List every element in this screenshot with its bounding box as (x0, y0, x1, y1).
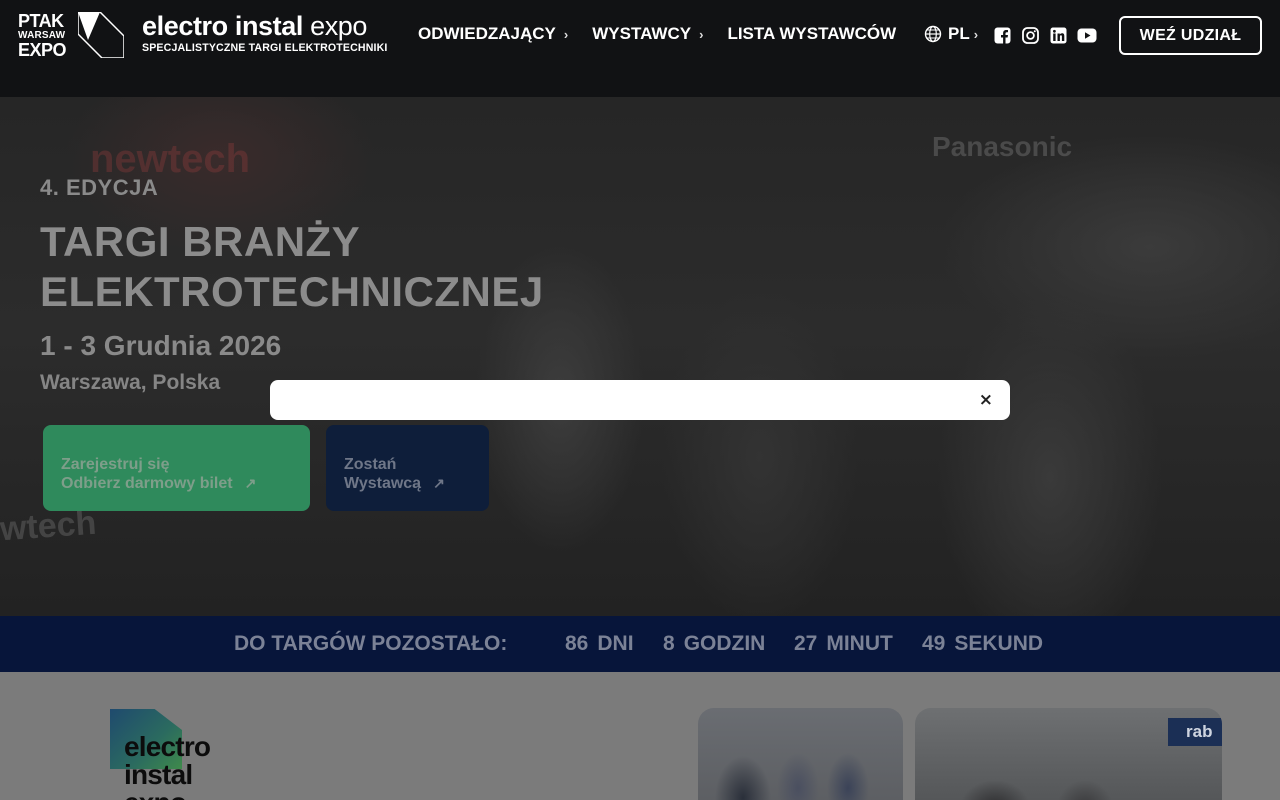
countdown-value: 49 (922, 632, 946, 655)
countdown-unit: GODZIN (683, 632, 766, 655)
popup-modal: × (270, 380, 1010, 420)
countdown-bar: DO TARGÓW POZOSTAŁO: 86 DNI 8 GODZIN 27 MIN… (0, 616, 1280, 672)
large-logo-text: electro instal expo (124, 731, 211, 800)
facebook-icon[interactable] (993, 26, 1011, 44)
chevron-right-icon: › (699, 26, 704, 42)
logo-line: expo (124, 789, 210, 800)
nav-item-label: WYSTAWCY (592, 24, 692, 43)
hero-section: newtech Panasonic wtech 4. EDYCJA TARGI … (0, 97, 1280, 616)
countdown-minutes: 27 MINUT (794, 632, 893, 656)
headline-line-2: ELEKTROTECHNICZNEJ (40, 268, 544, 315)
close-icon[interactable]: × (979, 392, 993, 409)
nav-item-odwiedzajacy[interactable]: ODWIEDZAJĄCY › (418, 24, 568, 44)
linkedin-icon[interactable] (1049, 26, 1067, 44)
arrow-up-right-icon: ↗ (244, 475, 257, 491)
background-booth-text: Panasonic (932, 131, 1073, 162)
language-label: PL (948, 24, 970, 43)
ptak-logo-line-1: PTAK (18, 11, 64, 31)
instagram-icon[interactable] (1021, 26, 1039, 44)
countdown-seconds: 49 SEKUND (922, 632, 1043, 656)
nav-item-wystawcy[interactable]: WYSTAWCY › (592, 24, 703, 44)
ptak-warsaw-expo-logo[interactable]: PTAK WARSAW EXPO (18, 12, 126, 60)
exhibitor-button-line-1: Zostań (344, 456, 397, 473)
event-photo (698, 708, 903, 800)
ptak-mark-icon (78, 12, 124, 58)
event-photo: rab (915, 708, 1222, 800)
register-button[interactable]: Zarejestruj się Odbierz darmowy bilet ↗ (43, 425, 310, 511)
countdown-label: DO TARGÓW POZOSTAŁO: (234, 632, 508, 655)
booth-sign: rab (1168, 718, 1222, 746)
social-links (993, 26, 1097, 44)
about-section: electro instal expo rab (0, 672, 1280, 800)
nav-item-label: ODWIEDZAJĄCY (418, 24, 556, 43)
countdown-unit: MINUT (826, 632, 893, 655)
hero-headline: TARGI BRANŻY ELEKTROTECHNICZNEJ (40, 217, 640, 317)
chevron-right-icon: › (563, 26, 569, 42)
main-nav: ODWIEDZAJĄCY › WYSTAWCY › LISTA WYSTAWCÓ… (418, 22, 896, 46)
ptak-logo-line-3: EXPO (18, 40, 67, 60)
exhibitor-button-line-2: Wystawcą (344, 475, 422, 492)
electro-instal-expo-logo[interactable]: electro instal expo SPECJALISTYCZNE TARG… (142, 12, 388, 54)
youtube-icon[interactable] (1077, 26, 1097, 44)
take-part-button[interactable]: WEŹ UDZIAŁ (1119, 16, 1262, 55)
nav-item-label: LISTA WYSTAWCÓW (727, 24, 897, 43)
register-button-line-1: Zarejestruj się (61, 456, 170, 473)
chevron-right-icon: › (973, 26, 979, 42)
brand-title: electro instal expo (142, 12, 388, 40)
countdown-days: 86 DNI (565, 632, 634, 656)
event-location: Warszawa, Polska (40, 371, 221, 394)
countdown-value: 86 (565, 632, 589, 655)
register-button-line-2: Odbierz darmowy bilet (61, 475, 233, 492)
ptak-logo-text: PTAK WARSAW EXPO (18, 11, 67, 60)
countdown-unit: DNI (597, 632, 634, 655)
brand-subtitle: SPECJALISTYCZNE TARGI ELEKTROTECHNIKI (142, 42, 388, 54)
countdown-value: 8 (663, 632, 675, 655)
brand-light: expo (310, 11, 368, 41)
nav-item-lista-wystawcow[interactable]: LISTA WYSTAWCÓW (727, 24, 896, 44)
logo-line: electro (124, 731, 211, 762)
countdown-value: 27 (794, 632, 818, 655)
edition-label: 4. EDYCJA (40, 175, 159, 200)
event-dates: 1 - 3 Grudnia 2026 (40, 330, 282, 361)
site-header: PTAK WARSAW EXPO electro instal expo SPE… (0, 0, 1280, 97)
logo-line: instal (124, 759, 193, 790)
globe-icon (924, 25, 942, 43)
headline-line-1: TARGI BRANŻY (40, 218, 361, 265)
countdown-hours: 8 GODZIN (663, 632, 765, 656)
language-switcher[interactable]: PL › (924, 24, 978, 44)
become-exhibitor-button[interactable]: Zostań Wystawcą ↗ (326, 425, 489, 511)
brand-bold: electro instal (142, 11, 303, 41)
electro-instal-expo-large-logo: electro instal expo (110, 709, 250, 800)
countdown-unit: SEKUND (954, 632, 1044, 655)
arrow-up-right-icon: ↗ (433, 475, 445, 491)
